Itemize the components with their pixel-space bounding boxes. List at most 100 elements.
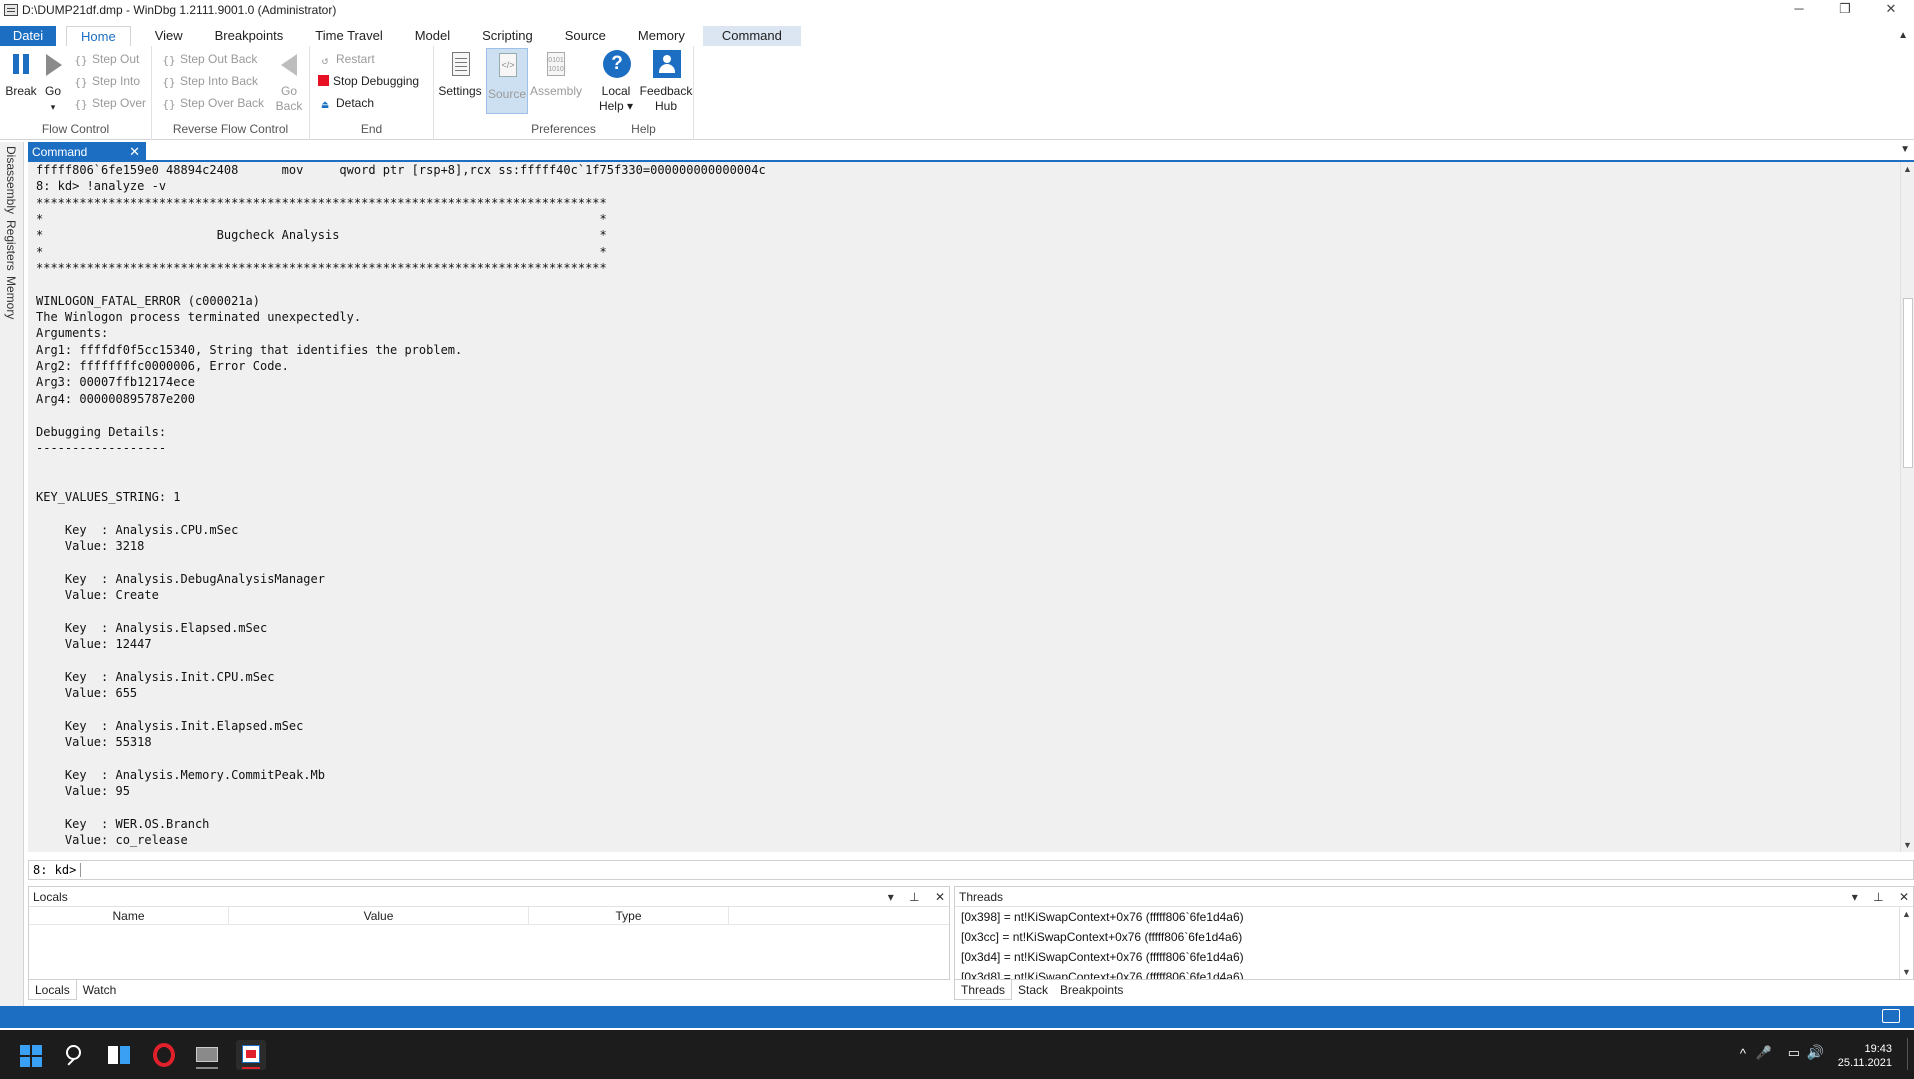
step-over-button[interactable]: {} Step Over — [74, 94, 146, 112]
chevron-down-icon[interactable]: ▾ — [1852, 890, 1858, 904]
start-windows-icon[interactable] — [16, 1040, 46, 1070]
close-icon[interactable]: ✕ — [1899, 890, 1909, 904]
command-input[interactable] — [81, 861, 1913, 879]
search-icon[interactable] — [60, 1040, 90, 1070]
tab-scripting[interactable]: Scripting — [468, 26, 547, 46]
break-button[interactable]: Break — [4, 50, 38, 99]
step-out-back-button[interactable]: {} Step Out Back — [162, 50, 257, 68]
column-name[interactable]: Name — [29, 907, 229, 924]
scroll-down-icon[interactable]: ▼ — [1902, 967, 1911, 977]
thread-row[interactable]: [0x398] = nt!KiSwapContext+0x76 (fffff80… — [955, 907, 1913, 927]
tab-threads[interactable]: Threads — [954, 980, 1013, 1000]
close-icon[interactable]: ✕ — [935, 890, 945, 904]
local-help-label-2: Help ▾ — [598, 99, 634, 113]
group-help: ? Local Help ▾ Feedback Hub Help — [594, 46, 694, 140]
taskbar-clock[interactable]: 19:43 25.11.2021 — [1838, 1042, 1892, 1070]
restart-icon: ↺ — [321, 54, 329, 67]
tab-view[interactable]: View — [141, 26, 197, 46]
restore-button[interactable]: ❐ — [1822, 0, 1868, 20]
pin-icon[interactable]: ⊥ — [1873, 890, 1883, 904]
step-over-back-button[interactable]: {} Step Over Back — [162, 94, 264, 112]
tab-time-travel[interactable]: Time Travel — [301, 26, 396, 46]
output-line: ****************************************… — [36, 261, 607, 276]
ribbon-collapse-icon[interactable]: ▲ — [1898, 30, 1908, 41]
step-out-label: Step Out — [92, 52, 140, 66]
opera-browser-icon[interactable] — [148, 1040, 178, 1070]
tab-stack[interactable]: Stack — [1012, 980, 1054, 1000]
tab-breakpoints-pane[interactable]: Breakpoints — [1054, 980, 1129, 1000]
feedback-chat-icon[interactable] — [1882, 1009, 1900, 1023]
chevron-up-icon[interactable]: ^ — [1740, 1046, 1746, 1061]
thread-row[interactable]: [0x3d4] = nt!KiSwapContext+0x76 (fffff80… — [955, 947, 1913, 967]
tab-command[interactable]: Command — [702, 26, 801, 46]
tab-home[interactable]: Home — [66, 26, 131, 46]
thread-row[interactable]: [0x3d8] = nt!KiSwapContext+0x76 (fffff80… — [955, 967, 1913, 979]
tab-model[interactable]: Model — [401, 26, 464, 46]
column-value[interactable]: Value — [229, 907, 529, 924]
feedback-label-1: Feedback — [639, 84, 693, 98]
output-line: Arg3: 00007ffb12174ece — [36, 375, 195, 390]
go-label: Go — [44, 84, 61, 98]
tab-datei[interactable]: Datei — [0, 26, 56, 46]
speaker-icon[interactable]: 🔊 — [1807, 1044, 1824, 1061]
chevron-down-icon[interactable]: ▾ — [888, 890, 894, 904]
source-mode-button[interactable]: </> Source — [486, 48, 528, 114]
side-tab-registers[interactable]: Registers — [4, 220, 18, 271]
local-help-button[interactable]: ? Local Help ▾ — [594, 50, 638, 114]
windbg-taskbar-icon[interactable] — [236, 1040, 266, 1070]
command-output[interactable]: fffff806`6fe159e0 48894c2408 mov qword p… — [28, 162, 1900, 852]
assembly-mode-button[interactable]: 0101 1010 Assembly — [530, 50, 583, 99]
command-window-header: Command ✕ ▼ — [28, 142, 1914, 162]
step-out-button[interactable]: {} Step Out — [74, 50, 139, 68]
output-line: Arg2: ffffffffc0000006, Error Code. — [36, 359, 289, 374]
threads-scrollbar[interactable]: ▲ ▼ — [1899, 907, 1913, 979]
show-desktop-divider[interactable] — [1907, 1038, 1908, 1070]
close-button[interactable]: ✕ — [1868, 0, 1914, 20]
task-view-icon[interactable] — [104, 1040, 134, 1070]
thread-row[interactable]: [0x3cc] = nt!KiSwapContext+0x76 (fffff80… — [955, 927, 1913, 947]
restart-button[interactable]: ↺ Restart — [318, 50, 375, 68]
network-icon[interactable]: ▭ — [1788, 1045, 1800, 1061]
tab-memory[interactable]: Memory — [624, 26, 699, 46]
assembly-label: Assembly — [530, 84, 583, 98]
step-into-back-button[interactable]: {} Step Into Back — [162, 72, 258, 90]
scroll-up-icon[interactable]: ▲ — [1903, 164, 1912, 174]
pin-icon[interactable]: ⊥ — [909, 890, 919, 904]
output-line: * Bugcheck Analysis * — [36, 228, 607, 243]
output-line: Key : Analysis.DebugAnalysisManager — [36, 571, 325, 586]
side-tab-memory[interactable]: Memory — [4, 276, 18, 319]
scrollbar-thumb[interactable] — [1903, 298, 1913, 468]
go-button[interactable]: Go ▾ — [40, 50, 66, 115]
minimize-button[interactable]: ─ — [1776, 0, 1822, 20]
command-tab[interactable]: Command ✕ — [28, 142, 146, 162]
step-into-button[interactable]: {} Step Into — [74, 72, 140, 90]
side-tab-strip: Disassembly Registers Memory — [0, 142, 24, 1012]
stop-debugging-button[interactable]: Stop Debugging — [318, 72, 419, 90]
output-scrollbar[interactable]: ▲ ▼ — [1900, 162, 1914, 852]
close-icon[interactable]: ✕ — [129, 142, 140, 162]
command-tab-label: Command — [32, 145, 88, 159]
tab-source[interactable]: Source — [551, 26, 620, 46]
step-over-back-label: Step Over Back — [180, 96, 265, 110]
tab-breakpoints[interactable]: Breakpoints — [201, 26, 298, 46]
detach-button[interactable]: ⏏ Detach — [318, 94, 374, 112]
microphone-icon[interactable]: 🎤 — [1756, 1045, 1772, 1061]
threads-pane-header: Threads ▾ ⊥ ✕ — [955, 887, 1913, 907]
window-menu-icon[interactable]: ▼ — [1900, 144, 1910, 155]
output-line: Arguments: — [36, 326, 109, 341]
settings-button[interactable]: Settings — [438, 50, 482, 99]
column-type[interactable]: Type — [529, 907, 729, 924]
side-tab-disassembly[interactable]: Disassembly — [4, 146, 18, 214]
app-monitor-icon[interactable] — [192, 1040, 222, 1070]
feedback-hub-button[interactable]: Feedback Hub — [638, 50, 694, 114]
tab-watch[interactable]: Watch — [77, 980, 123, 1000]
go-back-button[interactable]: Go Back — [274, 50, 304, 114]
scroll-up-icon[interactable]: ▲ — [1902, 909, 1911, 919]
tab-locals[interactable]: Locals — [28, 980, 77, 1000]
scroll-down-icon[interactable]: ▼ — [1903, 840, 1912, 850]
